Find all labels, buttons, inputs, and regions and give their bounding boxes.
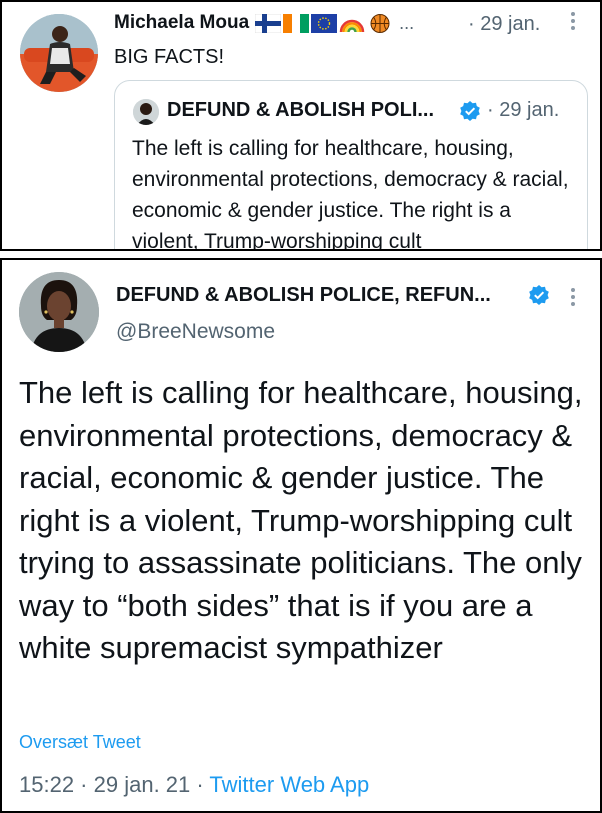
verified-badge-icon bbox=[528, 284, 550, 311]
avatar[interactable] bbox=[20, 14, 98, 92]
basketball-icon bbox=[367, 13, 393, 33]
finland-flag-icon bbox=[255, 13, 282, 33]
tweet-text: The left is calling for healthcare, hous… bbox=[19, 375, 583, 665]
author-name[interactable]: DEFUND & ABOLISH POLICE, REFUN... bbox=[116, 284, 491, 307]
tweet-source-link[interactable]: Twitter Web App bbox=[209, 772, 369, 797]
quoted-author-name: DEFUND & ABOLISH POLI... bbox=[167, 99, 435, 121]
quoted-author-avatar bbox=[133, 99, 159, 125]
meta-separator: · bbox=[190, 772, 210, 797]
author-name[interactable]: Michaela Moua bbox=[114, 12, 249, 34]
quoted-tweet-text: The left is calling for healthcare, hous… bbox=[132, 137, 569, 251]
truncation-ellipsis: ... bbox=[399, 12, 415, 33]
tweet-text: BIG FACTS! bbox=[114, 46, 225, 68]
quote-tweet-panel: Michaela Moua ... · 29 jan. BIG FACTS! D… bbox=[0, 0, 602, 251]
rainbow-icon bbox=[339, 14, 365, 33]
author-handle[interactable]: @BreeNewsome bbox=[116, 320, 275, 344]
translate-tweet-link[interactable]: Oversæt Tweet bbox=[19, 732, 141, 753]
eu-flag-icon bbox=[311, 13, 338, 33]
more-options-icon[interactable] bbox=[568, 10, 578, 36]
meta-separator: · bbox=[74, 772, 94, 797]
tweet-date: 29 jan. 21 bbox=[93, 772, 191, 797]
ivory-coast-flag-icon bbox=[283, 13, 310, 33]
quoted-tweet-date: · 29 jan. bbox=[487, 99, 560, 121]
more-options-icon[interactable] bbox=[568, 286, 578, 312]
tweet-time: 15:22 bbox=[19, 772, 75, 797]
tweet-date[interactable]: · 29 jan. bbox=[468, 13, 540, 36]
avatar[interactable] bbox=[19, 272, 99, 352]
quoted-tweet-card[interactable]: DEFUND & ABOLISH POLI... · 29 jan. The l… bbox=[114, 80, 588, 251]
verified-badge-icon bbox=[459, 100, 481, 127]
main-tweet-panel: DEFUND & ABOLISH POLICE, REFUN... @BreeN… bbox=[0, 258, 602, 813]
tweet-metadata: 15:22 · 29 jan. 21 · Twitter Web App bbox=[19, 772, 369, 798]
